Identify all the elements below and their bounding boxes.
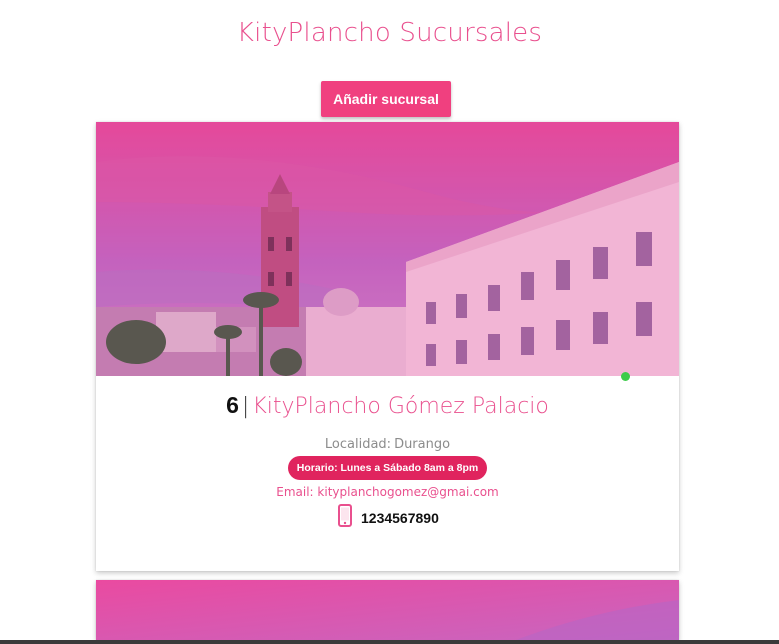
branch-email: Email: kityplanchogomez@gmai.com: [96, 485, 679, 499]
smartphone-icon: [338, 504, 352, 527]
locality-label: Localidad:: [324, 437, 392, 452]
branch-card: [96, 580, 679, 640]
branch-card: 6 | KityPlancho Gómez Palacio Localidad: Du…: [96, 122, 679, 571]
branch-title: 6 | KityPlancho Gómez Palacio: [96, 392, 679, 419]
page-title: KityPlancho Sucursales: [236, 18, 543, 48]
branch-id: 6: [226, 392, 239, 418]
branch-details: 6 | KityPlancho Gómez Palacio Localidad: Du…: [96, 376, 679, 571]
add-branch-button[interactable]: Añadir sucursal: [321, 81, 451, 117]
email-label: Email:: [276, 485, 314, 499]
phone-number: 1234567890: [361, 510, 439, 526]
locality-value: Durango: [394, 437, 451, 452]
bottom-edge-bar: [0, 640, 779, 644]
email-value: kityplanchogomez@gmai.com: [317, 485, 499, 499]
title-separator: |: [241, 394, 250, 419]
status-dot: [621, 372, 630, 381]
branch-locality: Localidad: Durango: [96, 437, 679, 452]
branch-photo: [96, 580, 679, 640]
branch-photo: [96, 122, 679, 376]
branch-name: KityPlancho Gómez Palacio: [252, 394, 549, 419]
schedule-badge: Horario: Lunes a Sábado 8am a 8pm: [288, 456, 487, 480]
